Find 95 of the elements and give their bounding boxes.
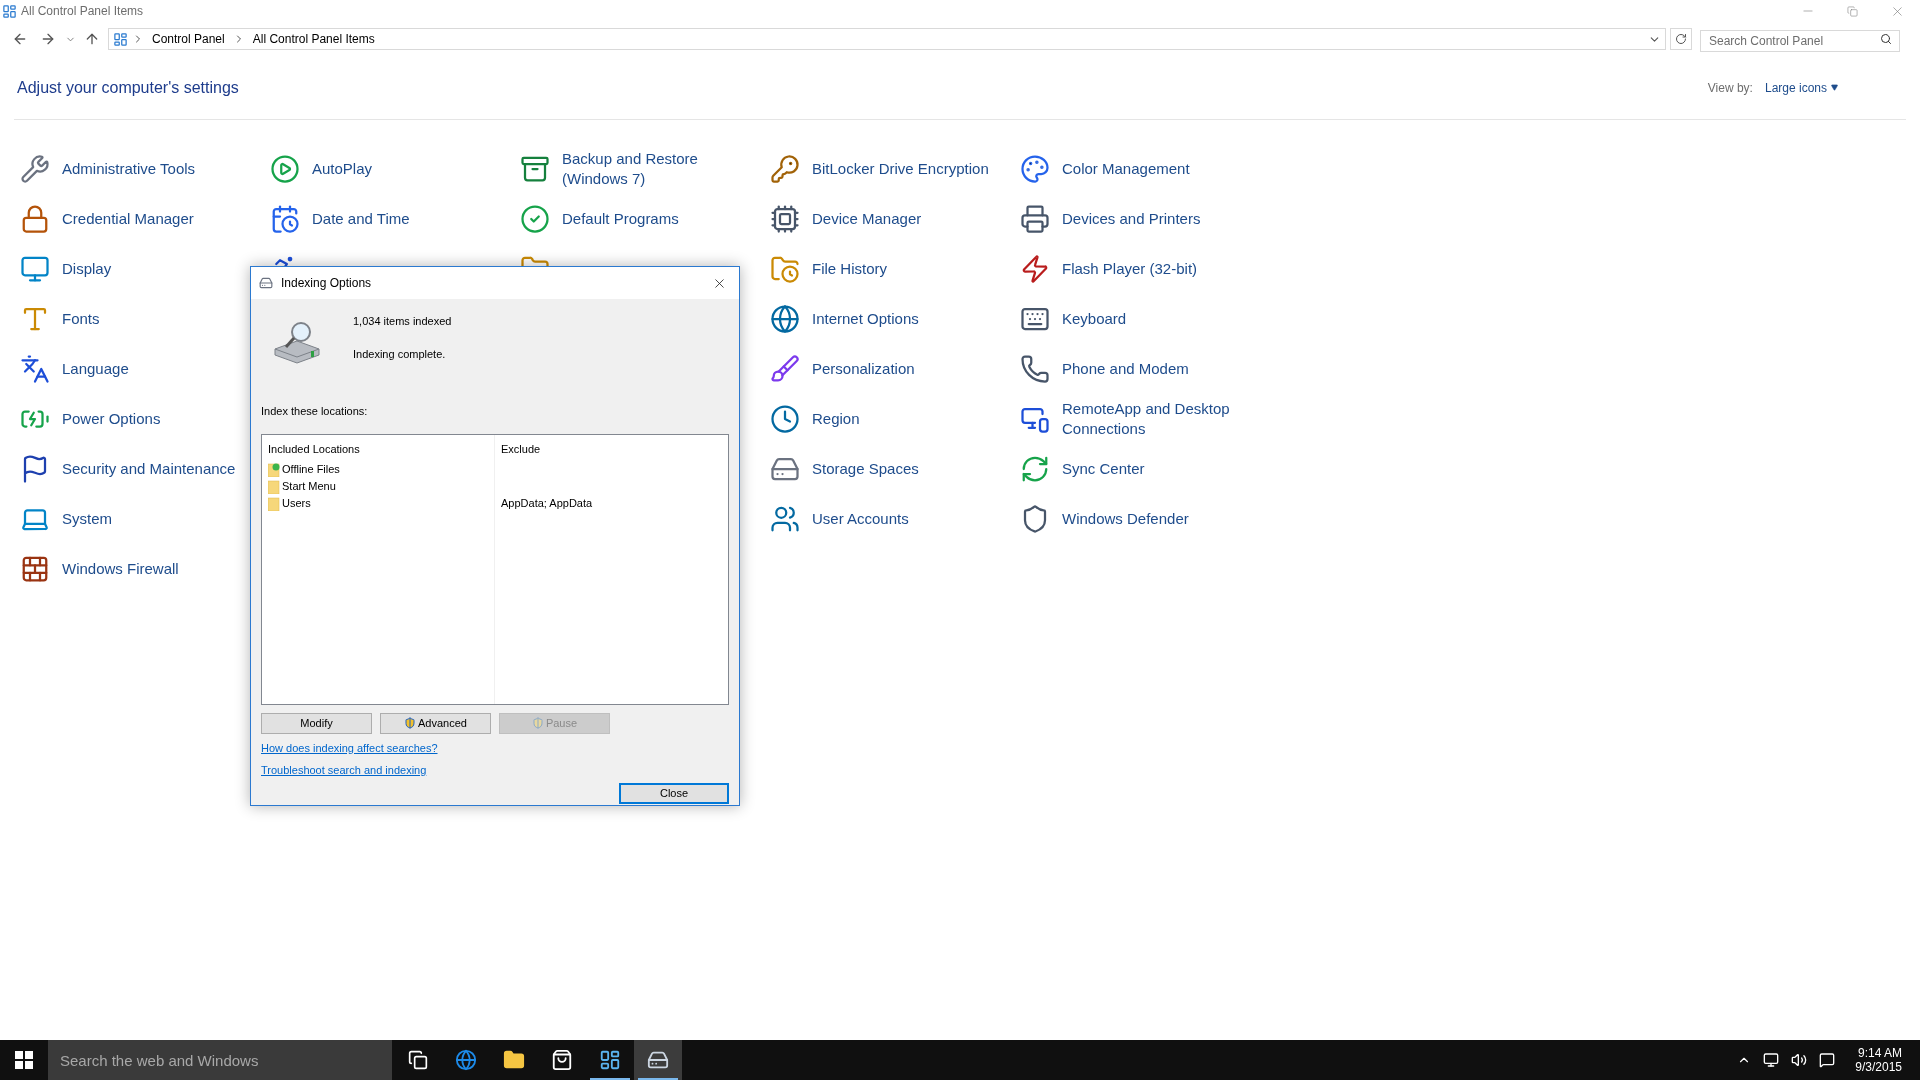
control-panel-item[interactable]: Windows Defender — [1062, 509, 1257, 529]
control-panel-item[interactable]: Sync Center — [1062, 459, 1257, 479]
folder-icon — [268, 496, 280, 511]
lock-icon — [20, 204, 50, 234]
play-icon — [270, 154, 300, 184]
control-panel-item[interactable]: Backup and Restore (Windows 7) — [562, 149, 757, 189]
breadcrumb[interactable]: All Control Panel Items — [248, 30, 379, 48]
drive-icon — [647, 1049, 669, 1071]
control-panel-item[interactable]: BitLocker Drive Encryption — [812, 159, 1007, 179]
help-link[interactable]: How does indexing affect searches? — [261, 739, 438, 756]
control-panel-item[interactable]: Region — [812, 409, 1007, 429]
location-name[interactable]: Offline Files — [282, 461, 340, 478]
caret-icon — [1831, 84, 1838, 91]
search-field[interactable]: Search Control Panel — [1700, 30, 1900, 52]
control-panel-icon — [2, 3, 17, 19]
view-by-label: View by: — [1707, 79, 1753, 97]
control-panel-item[interactable]: Credential Manager — [62, 209, 257, 229]
taskbar-app[interactable] — [634, 1040, 682, 1080]
forward-arrow-icon — [40, 31, 56, 47]
printer-icon — [1020, 204, 1050, 234]
running-indicator — [590, 1078, 630, 1080]
control-panel-item[interactable]: Color Management — [1062, 159, 1257, 179]
notifications-icon[interactable] — [1819, 1052, 1836, 1068]
key-icon — [770, 154, 800, 184]
browser-icon — [455, 1049, 477, 1071]
control-panel-icon — [113, 31, 128, 47]
control-panel-item[interactable]: Internet Options — [812, 309, 1007, 329]
folder-clock-icon — [770, 254, 800, 284]
control-panel-icon — [599, 1049, 621, 1071]
control-panel-item[interactable]: Administrative Tools — [62, 159, 257, 179]
globe-icon — [770, 304, 800, 334]
control-panel-item[interactable]: Device Manager — [812, 209, 1007, 229]
column-header: Included Locations — [268, 441, 361, 457]
brick-wall-icon — [20, 554, 50, 584]
task-view-icon — [408, 1050, 428, 1070]
network-icon[interactable] — [1763, 1052, 1780, 1068]
items-indexed-count: 1,034 items indexed — [353, 314, 452, 329]
window-title: All Control Panel Items — [21, 3, 144, 20]
check-circle-icon — [520, 204, 550, 234]
control-panel-item[interactable]: Storage Spaces — [812, 459, 1007, 479]
address-bar[interactable]: Control Panel All Control Panel Items — [108, 28, 1666, 50]
taskbar-search-field[interactable]: Search the web and Windows — [48, 1040, 392, 1080]
restore-icon — [1847, 5, 1858, 17]
refresh-icon — [1675, 33, 1687, 45]
control-panel-item[interactable]: Personalization — [812, 359, 1007, 379]
location-name[interactable]: Users — [282, 495, 311, 512]
control-panel-item[interactable]: Keyboard — [1062, 309, 1257, 329]
running-indicator — [638, 1078, 678, 1080]
clock-icon — [770, 404, 800, 434]
sync-folder-icon — [268, 462, 280, 477]
search-icon — [1880, 33, 1892, 45]
windows-logo-icon — [15, 1051, 33, 1069]
control-panel-item[interactable]: RemoteApp and Desktop Connections — [1062, 399, 1257, 439]
calendar-clock-icon — [270, 204, 300, 234]
control-panel-item[interactable]: File History — [812, 259, 1007, 279]
page-heading: Adjust your computer's settings — [17, 77, 239, 98]
chip-icon — [770, 204, 800, 234]
clock-date: 9/3/2015 — [1855, 1060, 1902, 1074]
brush-icon — [770, 354, 800, 384]
control-panel-item[interactable]: Phone and Modem — [1062, 359, 1257, 379]
language-icon — [20, 354, 50, 384]
archive-icon — [520, 154, 550, 184]
drive-search-icon — [271, 319, 323, 365]
control-panel-item[interactable]: Flash Player (32-bit) — [1062, 259, 1257, 279]
sync-icon — [1020, 454, 1050, 484]
wrench-icon — [20, 154, 50, 184]
volume-icon[interactable] — [1791, 1052, 1808, 1068]
help-link[interactable]: Troubleshoot search and indexing — [261, 762, 427, 779]
breadcrumb[interactable]: Control Panel — [148, 30, 229, 48]
drive-icon — [259, 276, 273, 290]
shopping-bag-icon — [551, 1049, 573, 1071]
folder-icon — [268, 479, 280, 494]
dialog-button[interactable]: Modify — [261, 712, 372, 734]
dialog-button[interactable]: Advanced — [380, 712, 491, 734]
control-panel-item[interactable]: User Accounts — [812, 509, 1007, 529]
control-panel-item[interactable]: Default Programs — [562, 209, 757, 229]
dialog-close-button[interactable]: Close — [619, 782, 729, 804]
phone-icon — [1020, 354, 1050, 384]
monitor-icon — [20, 254, 50, 284]
flash-icon — [1020, 254, 1050, 284]
column-header: Exclude — [501, 441, 542, 457]
control-panel-item[interactable]: Date and Time — [312, 209, 507, 229]
excluded-folders: AppData; AppData — [501, 496, 593, 512]
control-panel-item[interactable]: Devices and Printers — [1062, 209, 1257, 229]
locations-label: Index these locations: — [260, 404, 369, 419]
indexing-status: Indexing complete. — [353, 346, 447, 362]
palette-icon — [1020, 154, 1050, 184]
control-panel-item[interactable]: AutoPlay — [312, 159, 507, 179]
users-icon — [770, 504, 800, 534]
clock-time: 9:14 AM — [1857, 1046, 1902, 1060]
refresh-button[interactable] — [1670, 28, 1692, 50]
folder-icon — [503, 1049, 525, 1071]
location-name[interactable]: Start Menu — [282, 478, 336, 495]
view-by-dropdown[interactable]: Large icons — [1764, 78, 1838, 97]
dialog-title: Indexing Options — [281, 275, 372, 292]
